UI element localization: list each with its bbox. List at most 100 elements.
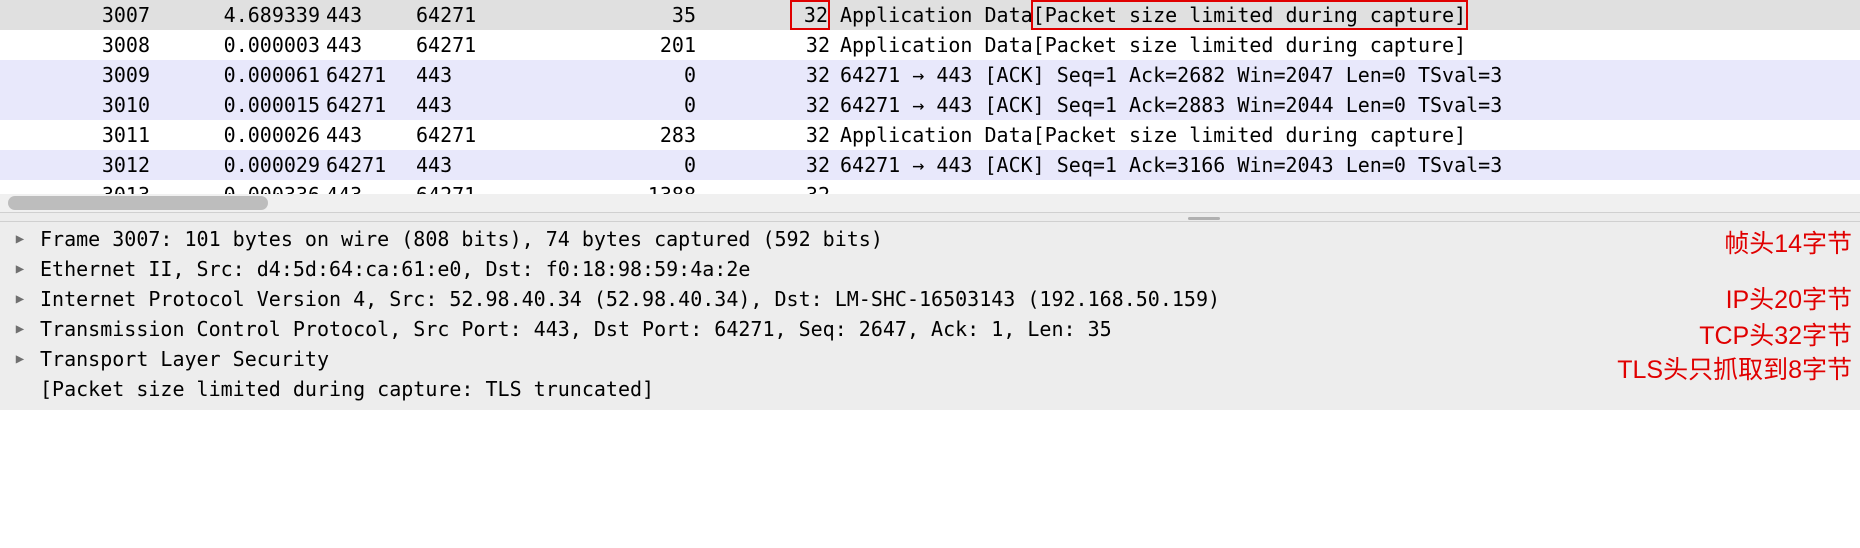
col-info: 64271 → 443 [ACK] Seq=1 Ack=2682 Win=204… bbox=[830, 60, 1860, 90]
highlight-box: [Packet size limited during capture] bbox=[1031, 0, 1468, 30]
col-spacer bbox=[696, 0, 786, 30]
col-spacer bbox=[696, 60, 786, 90]
drag-handle-icon bbox=[1188, 217, 1220, 220]
col-spacer bbox=[150, 60, 180, 90]
annotation-label: IP头20字节 bbox=[1726, 280, 1852, 316]
packet-row[interactable]: 3009 0.00006164271443 0 3264271 → 443 [ACK]… bbox=[0, 60, 1860, 90]
col-src-port: 443 bbox=[326, 180, 416, 194]
packet-row[interactable]: 3012 0.00002964271443 0 3264271 → 443 [ACK]… bbox=[0, 150, 1860, 180]
col-no: 3009 bbox=[0, 60, 150, 90]
col-spacer bbox=[546, 60, 556, 90]
col-time: 0.000029 bbox=[180, 150, 320, 180]
annotation-label: TLS头只抓取到8字节 bbox=[1617, 350, 1852, 386]
col-info: 64271 → 443 [ACK] Seq=1 Ack=3166 Win=204… bbox=[830, 150, 1860, 180]
col-spacer bbox=[150, 0, 180, 30]
col-spacer bbox=[150, 150, 180, 180]
packet-row[interactable]: 30130.00033644364271138832 bbox=[0, 180, 1860, 194]
col-length: 1388 bbox=[556, 180, 696, 194]
col-time: 0.000015 bbox=[180, 90, 320, 120]
detail-line: [Packet size limited during capture: TLS… bbox=[0, 374, 1860, 404]
detail-line[interactable]: ▶Internet Protocol Version 4, Src: 52.98… bbox=[0, 284, 1860, 314]
col-ext: 32 bbox=[786, 60, 830, 90]
col-dst-port: 64271 bbox=[416, 30, 546, 60]
col-length: 0 bbox=[556, 60, 696, 90]
col-length: 0 bbox=[556, 90, 696, 120]
col-spacer bbox=[150, 120, 180, 150]
col-dst-port: 64271 bbox=[416, 0, 546, 30]
col-length: 0 bbox=[556, 150, 696, 180]
expand-triangle-icon[interactable]: ▶ bbox=[0, 284, 40, 314]
col-dst-port: 443 bbox=[416, 90, 546, 120]
col-src-port: 64271 bbox=[326, 60, 416, 90]
col-time: 4.689339 bbox=[180, 0, 320, 30]
col-src-port: 443 bbox=[326, 30, 416, 60]
expand-triangle-icon[interactable]: ▶ bbox=[0, 254, 40, 284]
col-no: 3013 bbox=[0, 180, 150, 194]
packet-row[interactable]: 30110.0000264436427128332Application Dat… bbox=[0, 120, 1860, 150]
col-info: Application Data[Packet size limited dur… bbox=[830, 30, 1860, 60]
detail-line[interactable]: ▶Transport Layer Security bbox=[0, 344, 1860, 374]
col-info bbox=[830, 180, 1860, 194]
col-spacer bbox=[546, 0, 556, 30]
detail-text: Frame 3007: 101 bytes on wire (808 bits)… bbox=[40, 224, 883, 254]
packet-detail-pane[interactable]: ▶Frame 3007: 101 bytes on wire (808 bits… bbox=[0, 222, 1860, 410]
col-no: 3011 bbox=[0, 120, 150, 150]
col-no: 3008 bbox=[0, 30, 150, 60]
col-spacer bbox=[546, 120, 556, 150]
detail-text: Ethernet II, Src: d4:5d:64:ca:61:e0, Dst… bbox=[40, 254, 750, 284]
col-spacer bbox=[150, 180, 180, 194]
packet-row[interactable]: 3010 0.00001564271443 0 3264271 → 443 [ACK]… bbox=[0, 90, 1860, 120]
col-spacer bbox=[546, 180, 556, 194]
col-ext: 32 bbox=[786, 180, 830, 194]
scroll-thumb[interactable] bbox=[8, 196, 268, 210]
col-info: Application Data[Packet size limited dur… bbox=[830, 120, 1860, 150]
col-src-port: 443 bbox=[326, 120, 416, 150]
col-time: 0.000336 bbox=[180, 180, 320, 194]
col-src-port: 64271 bbox=[326, 150, 416, 180]
col-spacer bbox=[150, 90, 180, 120]
col-ext: 32 bbox=[786, 0, 830, 30]
col-spacer bbox=[546, 150, 556, 180]
col-dst-port: 64271 bbox=[416, 120, 546, 150]
col-dst-port: 443 bbox=[416, 60, 546, 90]
col-time: 0.000026 bbox=[180, 120, 320, 150]
col-length: 201 bbox=[556, 30, 696, 60]
col-time: 0.000061 bbox=[180, 60, 320, 90]
expand-triangle-icon[interactable]: ▶ bbox=[0, 344, 40, 374]
detail-text: Transmission Control Protocol, Src Port:… bbox=[40, 314, 1112, 344]
col-spacer bbox=[696, 30, 786, 60]
annotation-label: TCP头32字节 bbox=[1699, 316, 1852, 352]
annotation-label: 帧头14字节 bbox=[1724, 224, 1852, 260]
col-no: 3010 bbox=[0, 90, 150, 120]
col-length: 283 bbox=[556, 120, 696, 150]
detail-line[interactable]: ▶Frame 3007: 101 bytes on wire (808 bits… bbox=[0, 224, 1860, 254]
packet-list[interactable]: 30074.6893394436427135 32Application Dat… bbox=[0, 0, 1860, 194]
pane-divider[interactable] bbox=[0, 212, 1860, 222]
detail-line[interactable]: ▶Transmission Control Protocol, Src Port… bbox=[0, 314, 1860, 344]
packet-row[interactable]: 3008 0.00000344364271 201 32Application Dat… bbox=[0, 30, 1860, 60]
detail-line[interactable]: ▶Ethernet II, Src: d4:5d:64:ca:61:e0, Ds… bbox=[0, 254, 1860, 284]
col-spacer bbox=[696, 150, 786, 180]
detail-text: [Packet size limited during capture: TLS… bbox=[40, 374, 654, 404]
info-text: Application Data bbox=[840, 3, 1033, 27]
col-info: Application Data[Packet size limited dur… bbox=[830, 0, 1860, 30]
detail-text: Internet Protocol Version 4, Src: 52.98.… bbox=[40, 284, 1220, 314]
expand-triangle-icon[interactable]: ▶ bbox=[0, 314, 40, 344]
col-spacer bbox=[696, 180, 786, 194]
col-info: 64271 → 443 [ACK] Seq=1 Ack=2883 Win=204… bbox=[830, 90, 1860, 120]
col-time: 0.000003 bbox=[180, 30, 320, 60]
col-length: 35 bbox=[556, 0, 696, 30]
col-ext: 32 bbox=[786, 30, 830, 60]
col-spacer bbox=[696, 90, 786, 120]
col-dst-port: 443 bbox=[416, 150, 546, 180]
horizontal-scrollbar[interactable] bbox=[0, 194, 1860, 212]
col-spacer bbox=[546, 30, 556, 60]
col-spacer bbox=[696, 120, 786, 150]
col-no: 3012 bbox=[0, 150, 150, 180]
expand-triangle-icon[interactable]: ▶ bbox=[0, 224, 40, 254]
col-ext: 32 bbox=[786, 150, 830, 180]
packet-row[interactable]: 30074.6893394436427135 32Application Dat… bbox=[0, 0, 1860, 30]
col-ext: 32 bbox=[786, 90, 830, 120]
highlight-box: 32 bbox=[790, 0, 830, 30]
col-src-port: 64271 bbox=[326, 90, 416, 120]
